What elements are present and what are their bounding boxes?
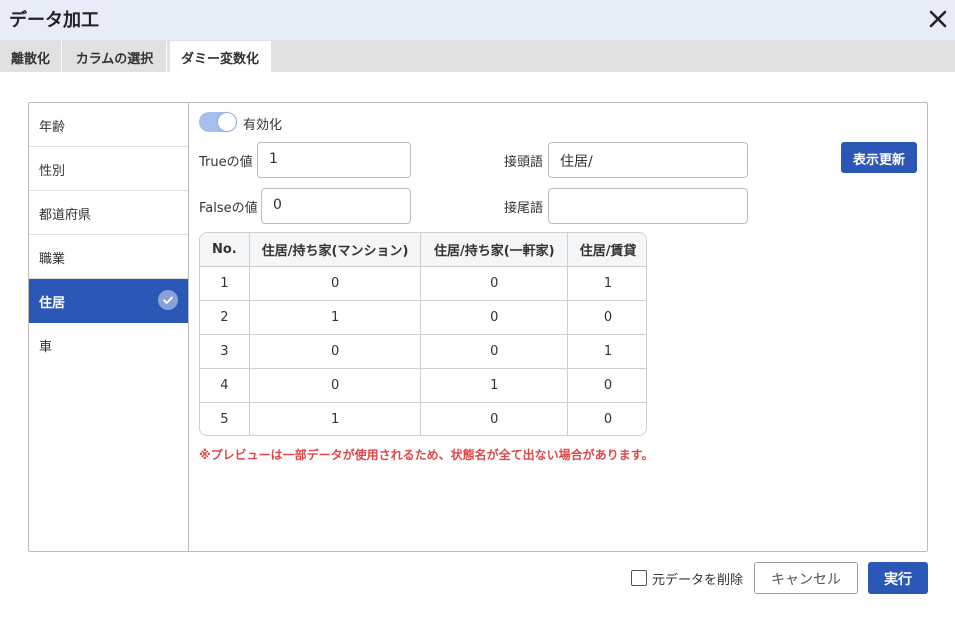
table-cell: 0: [249, 334, 422, 369]
table-cell: 2: [200, 300, 250, 335]
table-header-row: No. 住居/持ち家(マンション) 住居/持ち家(一軒家) 住居/賃貸: [200, 233, 646, 267]
enable-toggle[interactable]: [199, 112, 237, 132]
preview-table: No. 住居/持ち家(マンション) 住居/持ち家(一軒家) 住居/賃貸 1 0 …: [199, 232, 647, 436]
prefix-input[interactable]: 住居/: [548, 142, 748, 178]
column-header: No.: [200, 233, 250, 267]
table-cell: 0: [603, 411, 613, 427]
table-cell: 1: [567, 266, 646, 301]
table-cell: 1: [249, 300, 422, 335]
tab-bar: 離散化 カラムの選択 ダミー変数化: [0, 40, 955, 72]
table-row: 2 1 0 0: [200, 300, 646, 335]
tab-dummy-variable[interactable]: ダミー変数化: [170, 41, 271, 72]
table-cell: 0: [249, 368, 422, 403]
suffix-label: 接尾語: [504, 201, 544, 216]
sidebar-item-label: 年齢: [39, 120, 66, 135]
dialog-titlebar: データ加工: [0, 0, 955, 40]
check-icon: [158, 290, 178, 310]
close-icon[interactable]: [927, 8, 949, 30]
table-cell: 3: [200, 334, 250, 369]
table-cell: 1: [420, 368, 569, 403]
cancel-button[interactable]: キャンセル: [754, 562, 858, 594]
prefix-label: 接頭語: [504, 155, 544, 170]
table-cell: 0: [420, 334, 569, 369]
true-value-input[interactable]: 1: [257, 142, 411, 178]
sidebar-item-prefecture[interactable]: 都道府県: [29, 191, 188, 235]
table-cell: 1: [200, 266, 250, 301]
table-row: 1 0 0 1: [200, 266, 646, 301]
table-cell: 0: [420, 266, 569, 301]
sidebar-item-label: 車: [39, 340, 53, 355]
true-value-label: Trueの値: [199, 155, 253, 170]
tab-discretize[interactable]: 離散化: [0, 41, 62, 72]
column-header: 住居/持ち家(一軒家): [420, 233, 569, 267]
sidebar-item-label: 職業: [39, 252, 66, 267]
table-cell: 0: [420, 402, 569, 435]
dialog-title: データ加工: [9, 10, 99, 31]
sidebar-item-label: 都道府県: [39, 208, 92, 223]
suffix-input[interactable]: [548, 188, 748, 224]
table-cell: 0: [567, 368, 646, 403]
false-value-input[interactable]: 0: [261, 188, 411, 224]
table-row: 5 1 0 0: [200, 402, 646, 435]
sidebar-item-label: 性別: [39, 164, 66, 179]
table-cell: 0: [249, 266, 422, 301]
sidebar-item-label: 住居: [39, 296, 66, 311]
table-cell: 1: [249, 402, 422, 435]
table-cell: 4: [200, 368, 250, 403]
delete-original-label: 元データを削除: [652, 573, 744, 588]
table-cell: 1: [567, 334, 646, 369]
table-row: 4 0 1 0: [200, 368, 646, 403]
tab-column-select[interactable]: カラムの選択: [63, 41, 167, 72]
toggle-knob: [218, 113, 236, 131]
table-cell: 0: [420, 300, 569, 335]
table-cell: 0: [567, 300, 646, 335]
column-header: 住居/持ち家(マンション): [249, 233, 422, 267]
execute-button[interactable]: 実行: [868, 562, 928, 594]
column-sidebar: 年齢 性別 都道府県 職業 住居 車: [29, 103, 189, 551]
sidebar-item-age[interactable]: 年齢: [29, 103, 188, 147]
column-header: 住居/賃貸: [567, 233, 646, 267]
sidebar-item-gender[interactable]: 性別: [29, 147, 188, 191]
false-value-label: Falseの値: [199, 201, 258, 216]
delete-original-checkbox[interactable]: [631, 570, 647, 586]
refresh-preview-button[interactable]: 表示更新: [841, 142, 917, 173]
sidebar-item-car[interactable]: 車: [29, 323, 188, 367]
enable-label: 有効化: [243, 118, 283, 133]
sidebar-item-residence[interactable]: 住居: [29, 279, 188, 323]
sidebar-item-occupation[interactable]: 職業: [29, 235, 188, 279]
table-cell: 5: [200, 402, 250, 435]
table-row: 3 0 0 1: [200, 334, 646, 369]
preview-warning: ※プレビューは一部データが使用されるため、状態名が全て出ない場合があります。: [199, 448, 654, 462]
